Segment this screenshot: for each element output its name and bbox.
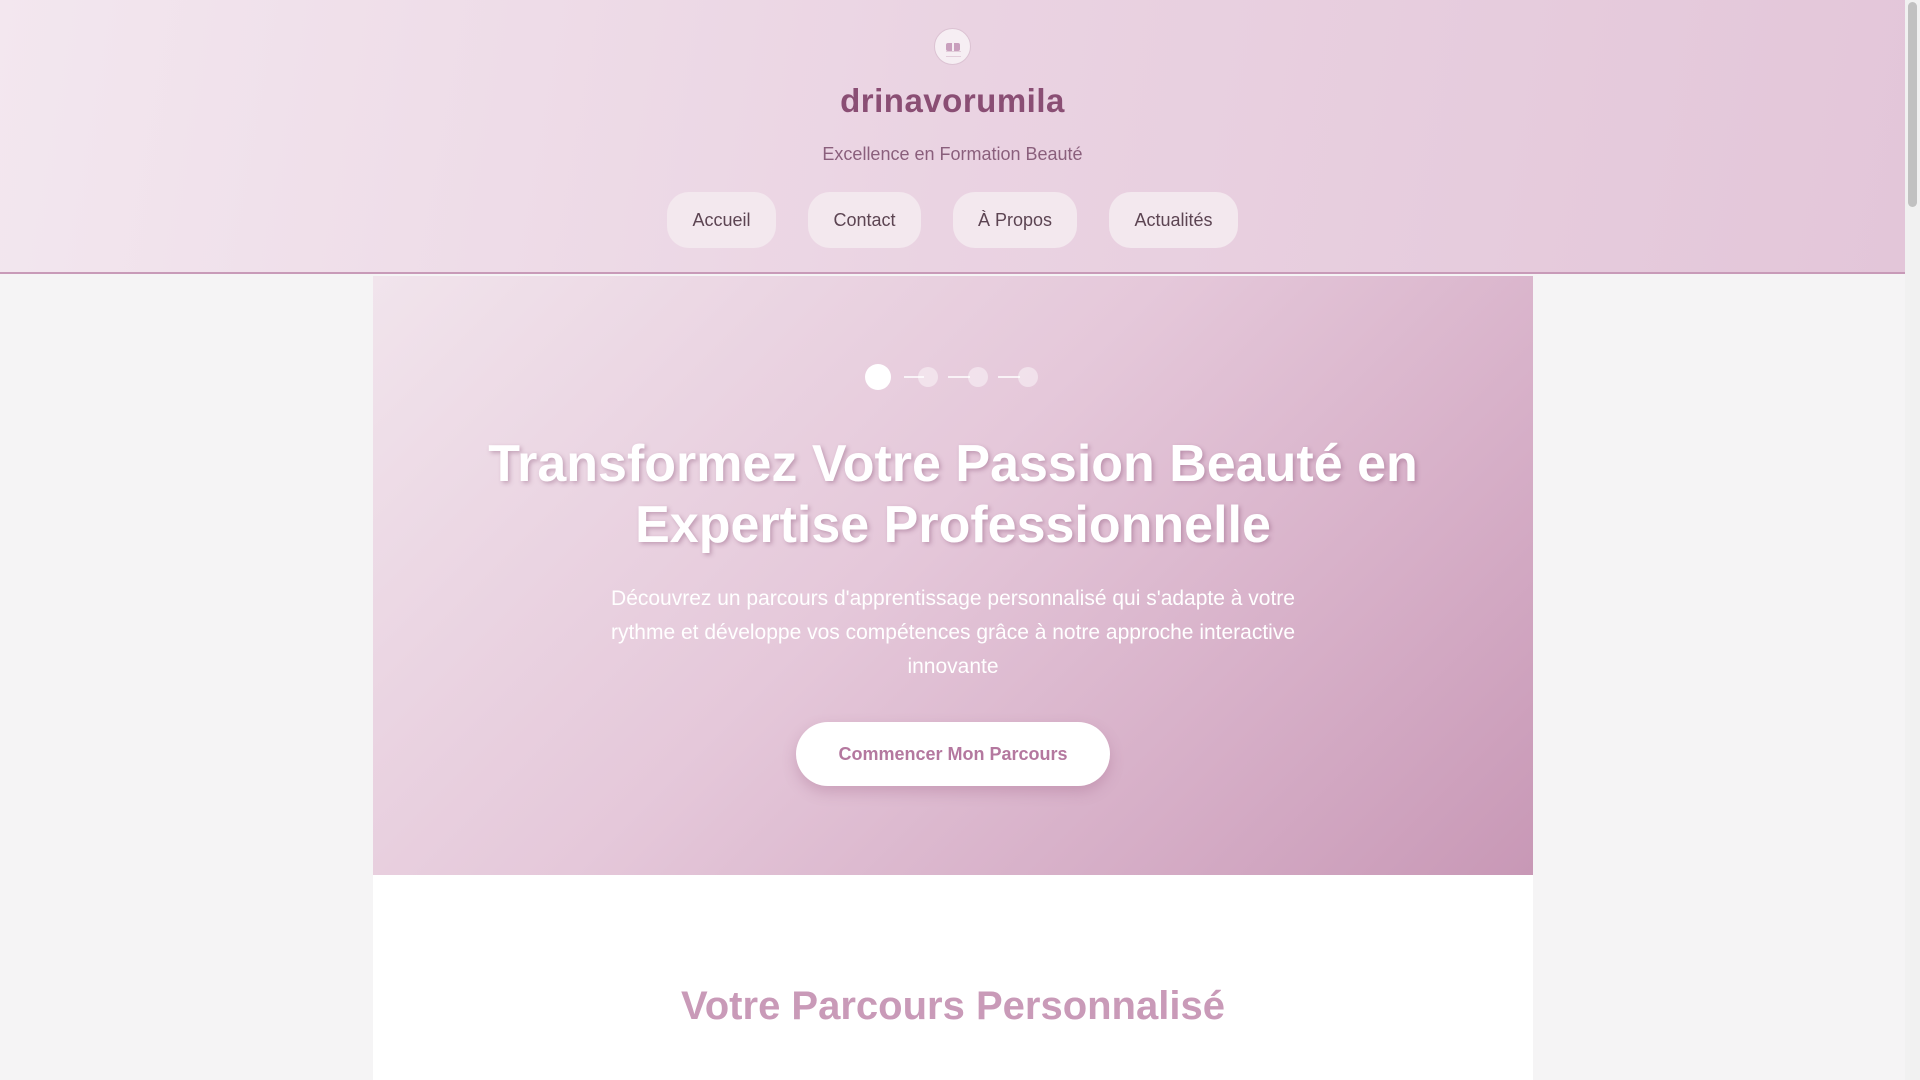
site-tagline: Excellence en Formation Beauté: [822, 144, 1083, 164]
step-dot-4[interactable]: [1018, 367, 1038, 387]
site-header: drinavorumila Excellence en Formation Be…: [0, 0, 1905, 274]
hero-title: Transformez Votre Passion Beauté en Expe…: [488, 435, 1418, 554]
progress-steps: [373, 363, 1533, 391]
book-icon: [945, 42, 960, 51]
main-nav: Accueil Contact À Propos Actualités: [0, 192, 1905, 248]
vertical-scrollbar[interactable]: [1905, 0, 1920, 1080]
nav-a-propos-button[interactable]: À Propos: [953, 192, 1077, 248]
step-dot-1[interactable]: [865, 364, 891, 390]
nav-accueil-button[interactable]: Accueil: [667, 192, 776, 248]
step-connector: [948, 376, 970, 378]
step-dot-3[interactable]: [968, 367, 988, 387]
scrollbar-thumb[interactable]: [1908, 2, 1917, 207]
logo[interactable]: [934, 28, 971, 65]
site-title: drinavorumila: [840, 82, 1065, 119]
hero-section: Transformez Votre Passion Beauté en Expe…: [373, 276, 1533, 875]
section-title: Votre Parcours Personnalisé: [681, 984, 1225, 1028]
start-journey-button[interactable]: Commencer Mon Parcours: [796, 722, 1110, 786]
hero-description: Découvrez un parcours d'apprentissage pe…: [610, 587, 1296, 678]
nav-contact-button[interactable]: Contact: [808, 192, 921, 248]
step-dot-2[interactable]: [918, 367, 938, 387]
logo-lines: [946, 51, 961, 57]
main-content: Transformez Votre Passion Beauté en Expe…: [373, 276, 1533, 1080]
nav-actualites-button[interactable]: Actualités: [1109, 192, 1238, 248]
step-connector: [998, 376, 1020, 378]
